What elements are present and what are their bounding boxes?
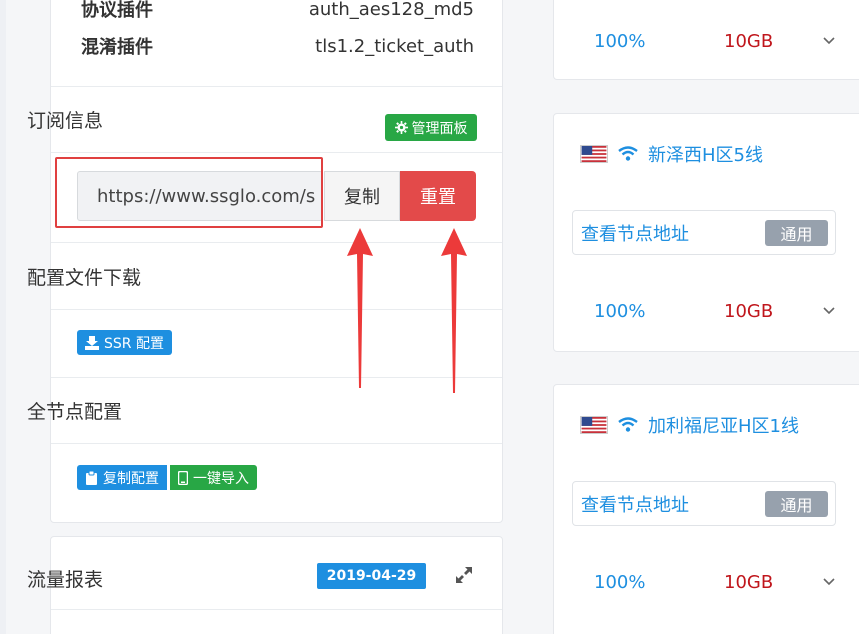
obfs-value: tls1.2_ticket_auth bbox=[315, 35, 474, 57]
node-card: 加利福尼亚H区1线 查看节点地址 通用 100% 10GB bbox=[553, 384, 859, 634]
protocol-label: 协议插件 bbox=[81, 0, 153, 21]
node-tag-badge: 通用 bbox=[765, 219, 828, 246]
node-percent: 100% bbox=[594, 30, 646, 52]
copy-config-label: 复制配置 bbox=[103, 470, 159, 487]
subscription-title: 订阅信息 bbox=[27, 110, 104, 132]
us-flag-icon bbox=[580, 145, 608, 163]
config-download-title: 配置文件下载 bbox=[27, 267, 142, 289]
us-flag-icon bbox=[580, 416, 608, 434]
obfs-label: 混淆插件 bbox=[81, 37, 153, 58]
subscription-url-text: https://www.ssglo.com/s bbox=[97, 185, 316, 207]
chevron-down-icon[interactable] bbox=[822, 304, 836, 318]
mobile-icon bbox=[178, 470, 188, 485]
copy-button[interactable]: 复制 bbox=[324, 171, 400, 221]
node-tag-badge: 通用 bbox=[765, 490, 828, 517]
protocol-row: 协议插件 auth_aes128_md5 bbox=[51, 0, 502, 27]
obfs-row: 混淆插件 tls1.2_ticket_auth bbox=[51, 28, 502, 64]
node-header: 新泽西H区5线 bbox=[580, 141, 763, 167]
admin-panel-button[interactable]: 管理面板 bbox=[385, 114, 477, 141]
traffic-report-title: 流量报表 bbox=[27, 569, 104, 591]
divider bbox=[51, 86, 502, 87]
protocol-value: auth_aes128_md5 bbox=[308, 0, 474, 20]
node-stats: 100% 10GB bbox=[554, 296, 859, 326]
node-traffic: 10GB bbox=[724, 571, 774, 593]
reset-button-label: 重置 bbox=[420, 187, 456, 208]
divider bbox=[51, 443, 502, 444]
divider bbox=[51, 152, 502, 153]
date-badge[interactable]: 2019-04-29 bbox=[317, 563, 426, 589]
copy-config-button[interactable]: 复制配置 bbox=[77, 465, 167, 490]
gear-icon bbox=[394, 121, 408, 134]
expand-icon[interactable] bbox=[455, 566, 473, 584]
node-address-label: 查看节点地址 bbox=[581, 494, 689, 516]
wifi-icon bbox=[618, 417, 638, 432]
copy-button-label: 复制 bbox=[344, 187, 380, 208]
one-click-import-label: 一键导入 bbox=[193, 470, 249, 487]
node-name[interactable]: 新泽西H区5线 bbox=[648, 141, 763, 167]
node-percent: 100% bbox=[594, 571, 646, 593]
one-click-import-button[interactable]: 一键导入 bbox=[170, 465, 257, 490]
node-name[interactable]: 加利福尼亚H区1线 bbox=[648, 412, 799, 438]
divider bbox=[51, 377, 502, 378]
wifi-icon bbox=[618, 146, 638, 161]
ssr-config-label: SSR 配置 bbox=[104, 335, 164, 352]
node-card: 新泽西H区5线 查看节点地址 通用 100% 10GB bbox=[553, 113, 859, 352]
node-traffic: 10GB bbox=[724, 30, 774, 52]
traffic-report-card bbox=[50, 536, 503, 634]
chevron-down-icon[interactable] bbox=[822, 34, 836, 48]
node-header: 加利福尼亚H区1线 bbox=[580, 412, 799, 438]
page-left-strip bbox=[0, 0, 6, 634]
node-percent: 100% bbox=[594, 300, 646, 322]
node-address-box[interactable]: 查看节点地址 通用 bbox=[572, 481, 836, 526]
subscription-card: 协议插件 auth_aes128_md5 混淆插件 tls1.2_ticket_… bbox=[50, 0, 503, 523]
all-nodes-title: 全节点配置 bbox=[27, 401, 123, 423]
node-address-box[interactable]: 查看节点地址 通用 bbox=[572, 210, 836, 255]
node-address-label: 查看节点地址 bbox=[581, 223, 689, 245]
ssr-config-button[interactable]: SSR 配置 bbox=[77, 330, 172, 355]
node-traffic: 10GB bbox=[724, 300, 774, 322]
node-stats: 100% 10GB bbox=[554, 26, 859, 56]
node-card: 100% 10GB bbox=[553, 0, 859, 80]
divider bbox=[51, 609, 502, 610]
reset-button[interactable]: 重置 bbox=[400, 171, 476, 221]
download-icon bbox=[85, 335, 99, 350]
date-label: 2019-04-29 bbox=[326, 568, 417, 584]
divider bbox=[51, 309, 502, 310]
chevron-down-icon[interactable] bbox=[822, 575, 836, 589]
divider bbox=[51, 242, 502, 243]
admin-panel-label: 管理面板 bbox=[411, 120, 468, 137]
subscription-url-input[interactable]: https://www.ssglo.com/s bbox=[77, 171, 323, 221]
node-stats: 100% 10GB bbox=[554, 567, 859, 597]
clipboard-icon bbox=[86, 470, 97, 485]
